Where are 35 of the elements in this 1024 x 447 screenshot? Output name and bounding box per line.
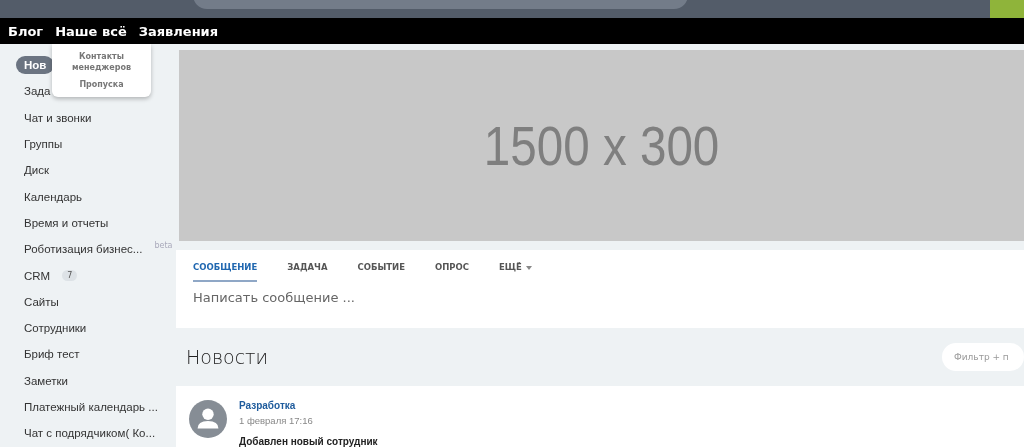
sidebar-item[interactable]: Чат с подрядчиком( Ко... [16,424,164,443]
sidebar-item[interactable]: Сотрудники [16,319,95,338]
counter-badge: 7 [62,270,78,281]
sidebar-item[interactable]: Нов [16,56,55,75]
avatar-icon [189,400,227,438]
sidebar-item[interactable]: Заметки [16,371,76,390]
composer-tab[interactable]: ЗАДАЧА [287,261,328,282]
sidebar-item[interactable]: Чат и звонки [16,108,100,127]
dropdown-item[interactable]: Контакты менеджеров [52,48,151,77]
composer-tab[interactable]: СОБЫТИЕ [357,261,405,282]
menu-item[interactable]: Наше всё [55,23,127,39]
dropdown-item[interactable]: Пропуска [52,76,151,94]
banner-text: 1500 x 300 [483,112,720,178]
post-text: Добавлен новый сотрудник [239,436,378,447]
menu-item[interactable]: Заявления [138,23,219,39]
composer-tab[interactable]: ЕЩЁ [499,261,522,282]
sidebar-item[interactable]: Роботизация бизнес... [16,240,151,259]
sidebar-item[interactable]: Календарь [16,187,91,206]
author-link[interactable]: Разработка [239,400,378,411]
menu-item[interactable]: Блог [8,23,44,39]
header-button[interactable] [990,0,1024,18]
sidebar-item[interactable]: Бриф тест [16,345,88,364]
feed-title: Новости [186,346,269,369]
sidebar-item[interactable]: Платежный календарь ... [16,398,166,416]
sidebar-item[interactable]: Время и отчеты [16,213,117,232]
sidebar-item[interactable]: Диск [16,161,57,180]
message-field[interactable]: Написать сообщение ... [176,281,1024,313]
post-date: 1 февраля 17:16 [239,415,314,426]
sidebar-item[interactable]: Сайты [16,292,67,311]
caret-icon[interactable] [525,265,532,270]
sidebar-item[interactable]: Группы [16,135,71,154]
composer-tab[interactable]: ОПРОС [434,261,469,282]
sidebar-item[interactable]: CRM [16,266,59,285]
beta-label: beta [154,240,173,250]
composer-tab[interactable]: СООБЩЕНИЕ [193,261,258,282]
